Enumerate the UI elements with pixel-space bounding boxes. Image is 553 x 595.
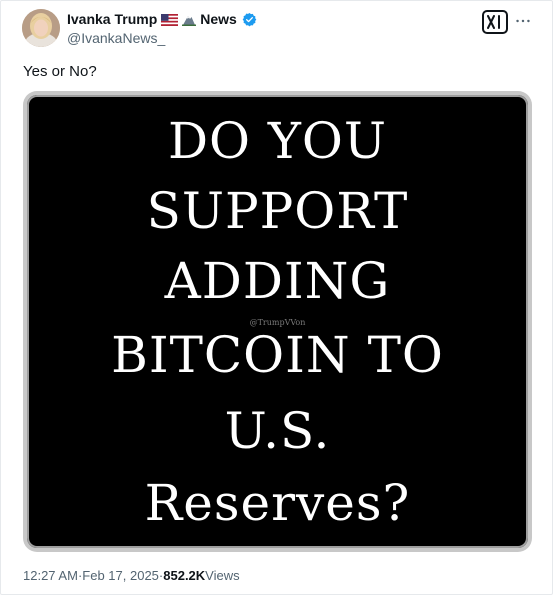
poster-line-4: BITCOIN TO: [111, 326, 444, 384]
poster: DO YOU SUPPORT ADDING @TrumpVVon BITCOIN…: [27, 95, 528, 548]
tweet-meta: 12:27 AM · Feb 17, 2025 · 852.2K Views: [23, 568, 240, 583]
tweet-time[interactable]: 12:27 AM: [23, 568, 78, 583]
verified-badge-icon[interactable]: [242, 12, 257, 27]
poster-line-2: SUPPORT: [146, 182, 409, 240]
tweet-card: Ivanka Trump News @IvankaNews_ Yes or No…: [0, 0, 553, 595]
more-options-button[interactable]: [514, 13, 532, 29]
tweet-text: Yes or No?: [23, 63, 97, 80]
views-label: Views: [205, 568, 240, 583]
author-name-row[interactable]: Ivanka Trump News: [67, 10, 257, 28]
poster-line-1: DO YOU: [167, 112, 388, 170]
author-name-suffix[interactable]: News: [200, 11, 237, 27]
mountain-icon: [182, 12, 197, 26]
poster-line-6: Reserves?: [144, 474, 411, 532]
views-count: 852.2K: [163, 568, 206, 583]
poster-line-3: ADDING: [164, 252, 391, 310]
tweet-date[interactable]: Feb 17, 2025: [82, 568, 159, 583]
us-flag-icon: [161, 13, 179, 26]
avatar[interactable]: [22, 9, 60, 47]
more-dots-icon: [516, 19, 530, 23]
grok-icon: [487, 15, 500, 29]
grok-button[interactable]: [482, 10, 508, 34]
author-handle[interactable]: @IvankaNews_: [67, 30, 165, 46]
author-display-name[interactable]: Ivanka Trump: [67, 11, 157, 27]
tweet-image[interactable]: DO YOU SUPPORT ADDING @TrumpVVon BITCOIN…: [23, 91, 532, 552]
poster-line-5: U.S.: [224, 402, 331, 460]
avatar-image: [22, 9, 60, 47]
